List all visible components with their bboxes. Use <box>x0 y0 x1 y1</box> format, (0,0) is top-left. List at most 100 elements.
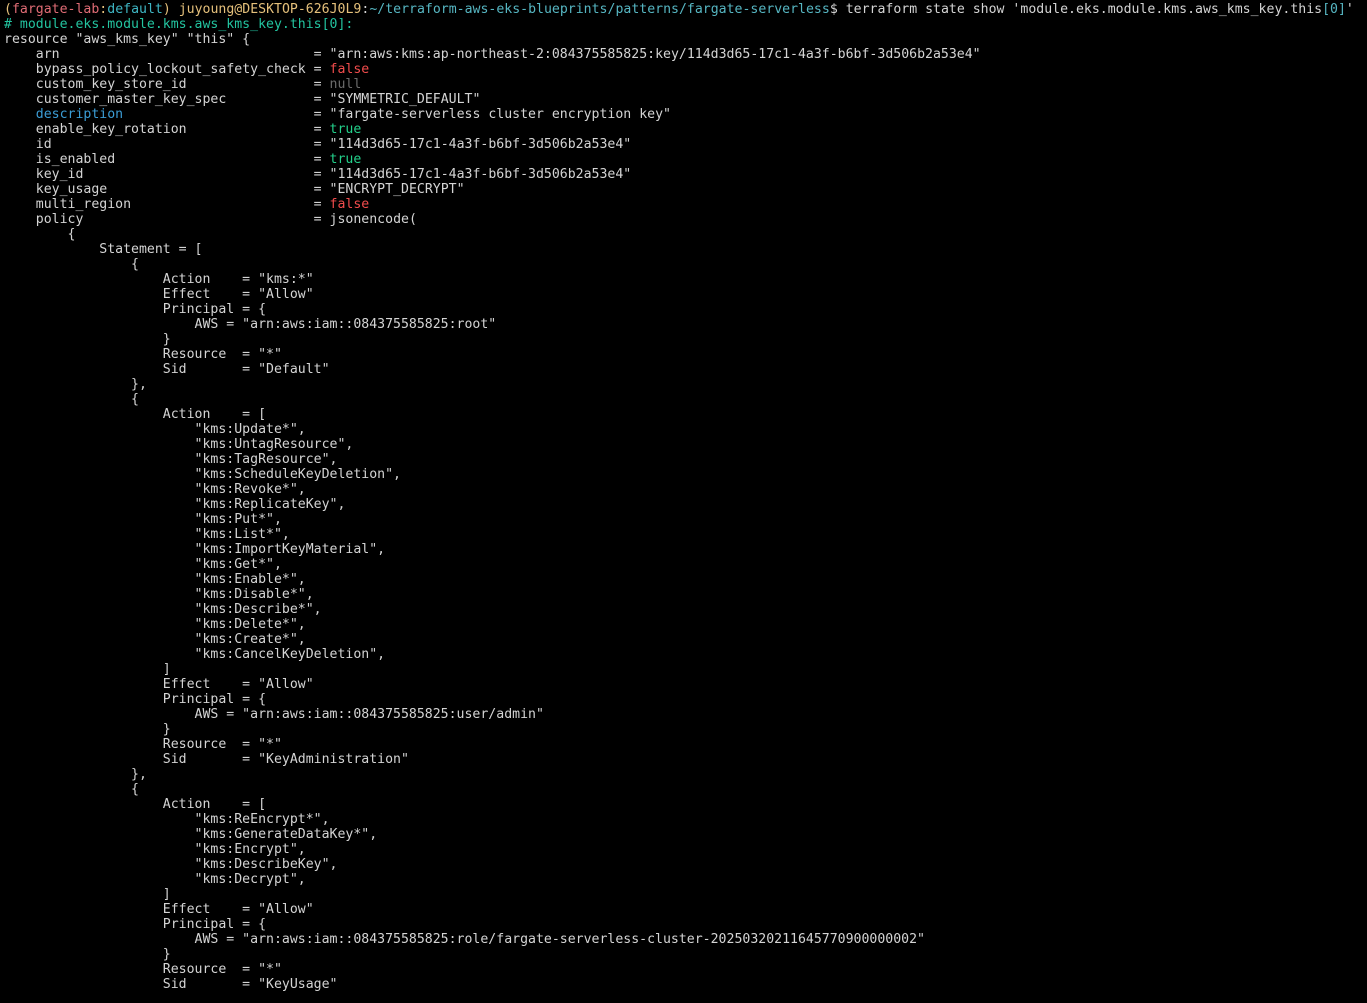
attribute-value: true <box>329 152 362 167</box>
policy-line: "kms:CancelKeyDeletion", <box>4 647 386 662</box>
attribute-list: arn = "arn:aws:kms:ap-northeast-2:084375… <box>4 47 1367 227</box>
attribute-value: "ENCRYPT_DECRYPT" <box>329 182 465 197</box>
resource-header: resource "aws_kms_key" "this" { <box>4 32 251 47</box>
prompt-line: (fargate-lab:default) juyoung@DESKTOP-62… <box>4 2 1367 17</box>
policy-line: "kms:ReplicateKey", <box>4 497 346 512</box>
policy-line: "kms:List*", <box>4 527 290 542</box>
attribute-row: id = "114d3d65-17c1-4a3f-b6bf-3d506b2a53… <box>35 137 632 152</box>
attribute-row: bypass_policy_lockout_safety_check = fal… <box>35 62 370 77</box>
prompt-path: ~/terraform-aws-eks-blueprints/patterns/… <box>369 2 830 17</box>
state-comment-line: # module.eks.module.kms.aws_kms_key.this… <box>4 17 354 32</box>
attribute-value: "fargate-serverless cluster encryption k… <box>329 107 671 122</box>
policy-line: Effect = "Allow" <box>4 902 314 917</box>
attribute-key: key_id <box>35 167 84 182</box>
attribute-key: id <box>35 137 52 152</box>
attribute-key: enable_key_rotation <box>35 122 187 137</box>
prompt-user-host: juyoung@DESKTOP-626J0L9 <box>178 2 362 17</box>
policy-line: Principal = { <box>4 917 267 932</box>
attribute-key: customer_master_key_spec <box>35 92 227 107</box>
policy-line: "kms:ScheduleKeyDeletion", <box>4 467 401 482</box>
attribute-row: description = "fargate-serverless cluste… <box>35 107 671 122</box>
attribute-key: multi_region <box>35 197 132 212</box>
attribute-value: false <box>329 62 370 77</box>
prompt-profile: default <box>107 2 163 17</box>
policy-line: Statement = [ <box>4 242 203 257</box>
policy-line: Resource = "*" <box>4 962 282 977</box>
policy-line: "kms:Create*", <box>4 632 306 647</box>
policy-line: AWS = "arn:aws:iam::084375585825:root" <box>4 317 497 332</box>
attribute-value: "114d3d65-17c1-4a3f-b6bf-3d506b2a53e4" <box>329 167 632 182</box>
policy-line: Sid = "KeyUsage" <box>4 977 338 992</box>
attribute-row: arn = "arn:aws:kms:ap-northeast-2:084375… <box>35 47 981 62</box>
policy-line: Resource = "*" <box>4 347 282 362</box>
policy-line: Action = [ <box>4 407 267 422</box>
policy-line: AWS = "arn:aws:iam::084375585825:user/ad… <box>4 707 544 722</box>
command-suffix: ' <box>1345 2 1354 17</box>
attribute-value: "arn:aws:kms:ap-northeast-2:084375585825… <box>329 47 981 62</box>
attribute-key: policy <box>35 212 84 227</box>
policy-line: "kms:ImportKeyMaterial", <box>4 542 386 557</box>
policy-line: "kms:GenerateDataKey*", <box>4 827 378 842</box>
policy-line: "kms:Decrypt", <box>4 872 306 887</box>
attribute-value: null <box>329 77 362 92</box>
policy-line: "kms:ReEncrypt*", <box>4 812 330 827</box>
policy-line: "kms:Put*", <box>4 512 282 527</box>
policy-line: "kms:Get*", <box>4 557 282 572</box>
attribute-row: policy = jsonencode( <box>35 212 417 227</box>
policy-line: Resource = "*" <box>4 737 282 752</box>
policy-line: { <box>4 257 139 272</box>
attribute-row: multi_region = false <box>35 197 370 212</box>
attribute-key: is_enabled <box>35 152 116 167</box>
policy-line: } <box>4 722 171 737</box>
attribute-key: description <box>35 107 124 122</box>
policy-line: Action = "kms:*" <box>4 272 314 287</box>
policy-line: Effect = "Allow" <box>4 287 314 302</box>
attribute-value: "114d3d65-17c1-4a3f-b6bf-3d506b2a53e4" <box>329 137 632 152</box>
policy-line: "kms:DescribeKey", <box>4 857 338 872</box>
attribute-value: jsonencode( <box>329 212 417 227</box>
policy-line: { <box>4 227 76 242</box>
attribute-row: customer_master_key_spec = "SYMMETRIC_DE… <box>35 92 481 107</box>
policy-body: { Statement = [ { Action = "kms:*" Effec… <box>4 227 1367 992</box>
policy-line: "kms:TagResource", <box>4 452 338 467</box>
prompt-paren-open: ( <box>4 2 12 17</box>
policy-line: "kms:Describe*", <box>4 602 322 617</box>
policy-line: "kms:Delete*", <box>4 617 306 632</box>
command-text: terraform state show 'module.eks.module.… <box>837 2 1323 17</box>
attribute-row: custom_key_store_id = null <box>35 77 362 92</box>
attribute-key: key_usage <box>35 182 108 197</box>
policy-line: "kms:Revoke*", <box>4 482 306 497</box>
policy-line: AWS = "arn:aws:iam::084375585825:role/fa… <box>4 932 925 947</box>
policy-line: { <box>4 782 139 797</box>
policy-line: "kms:Enable*", <box>4 572 306 587</box>
policy-line: }, <box>4 377 147 392</box>
policy-line: Action = [ <box>4 797 267 812</box>
prompt-env: fargate-lab <box>11 2 100 17</box>
attribute-row: enable_key_rotation = true <box>35 122 362 137</box>
policy-line: Principal = { <box>4 302 267 317</box>
attribute-value: "SYMMETRIC_DEFAULT" <box>329 92 481 107</box>
policy-line: }, <box>4 767 147 782</box>
attribute-value: true <box>329 122 362 137</box>
policy-line: Principal = { <box>4 692 267 707</box>
attribute-row: key_usage = "ENCRYPT_DECRYPT" <box>35 182 465 197</box>
attribute-key: custom_key_store_id <box>35 77 187 92</box>
policy-line: "kms:Update*", <box>4 422 306 437</box>
attribute-row: is_enabled = true <box>35 152 362 167</box>
policy-line: Effect = "Allow" <box>4 677 314 692</box>
attribute-key: arn <box>35 47 60 62</box>
policy-line: { <box>4 392 139 407</box>
policy-line: } <box>4 947 171 962</box>
policy-line: Sid = "Default" <box>4 362 330 377</box>
policy-line: ] <box>4 662 171 677</box>
attribute-key: bypass_policy_lockout_safety_check <box>35 62 306 77</box>
policy-line: "kms:Encrypt", <box>4 842 306 857</box>
terminal-window[interactable]: (fargate-lab:default) juyoung@DESKTOP-62… <box>0 0 1367 1003</box>
attribute-value: false <box>329 197 370 212</box>
prompt-dollar: $ <box>829 2 838 17</box>
policy-line: "kms:Disable*", <box>4 587 314 602</box>
policy-line: } <box>4 332 171 347</box>
attribute-row: key_id = "114d3d65-17c1-4a3f-b6bf-3d506b… <box>35 167 632 182</box>
command-index: [0] <box>1322 2 1346 17</box>
policy-line: Sid = "KeyAdministration" <box>4 752 409 767</box>
